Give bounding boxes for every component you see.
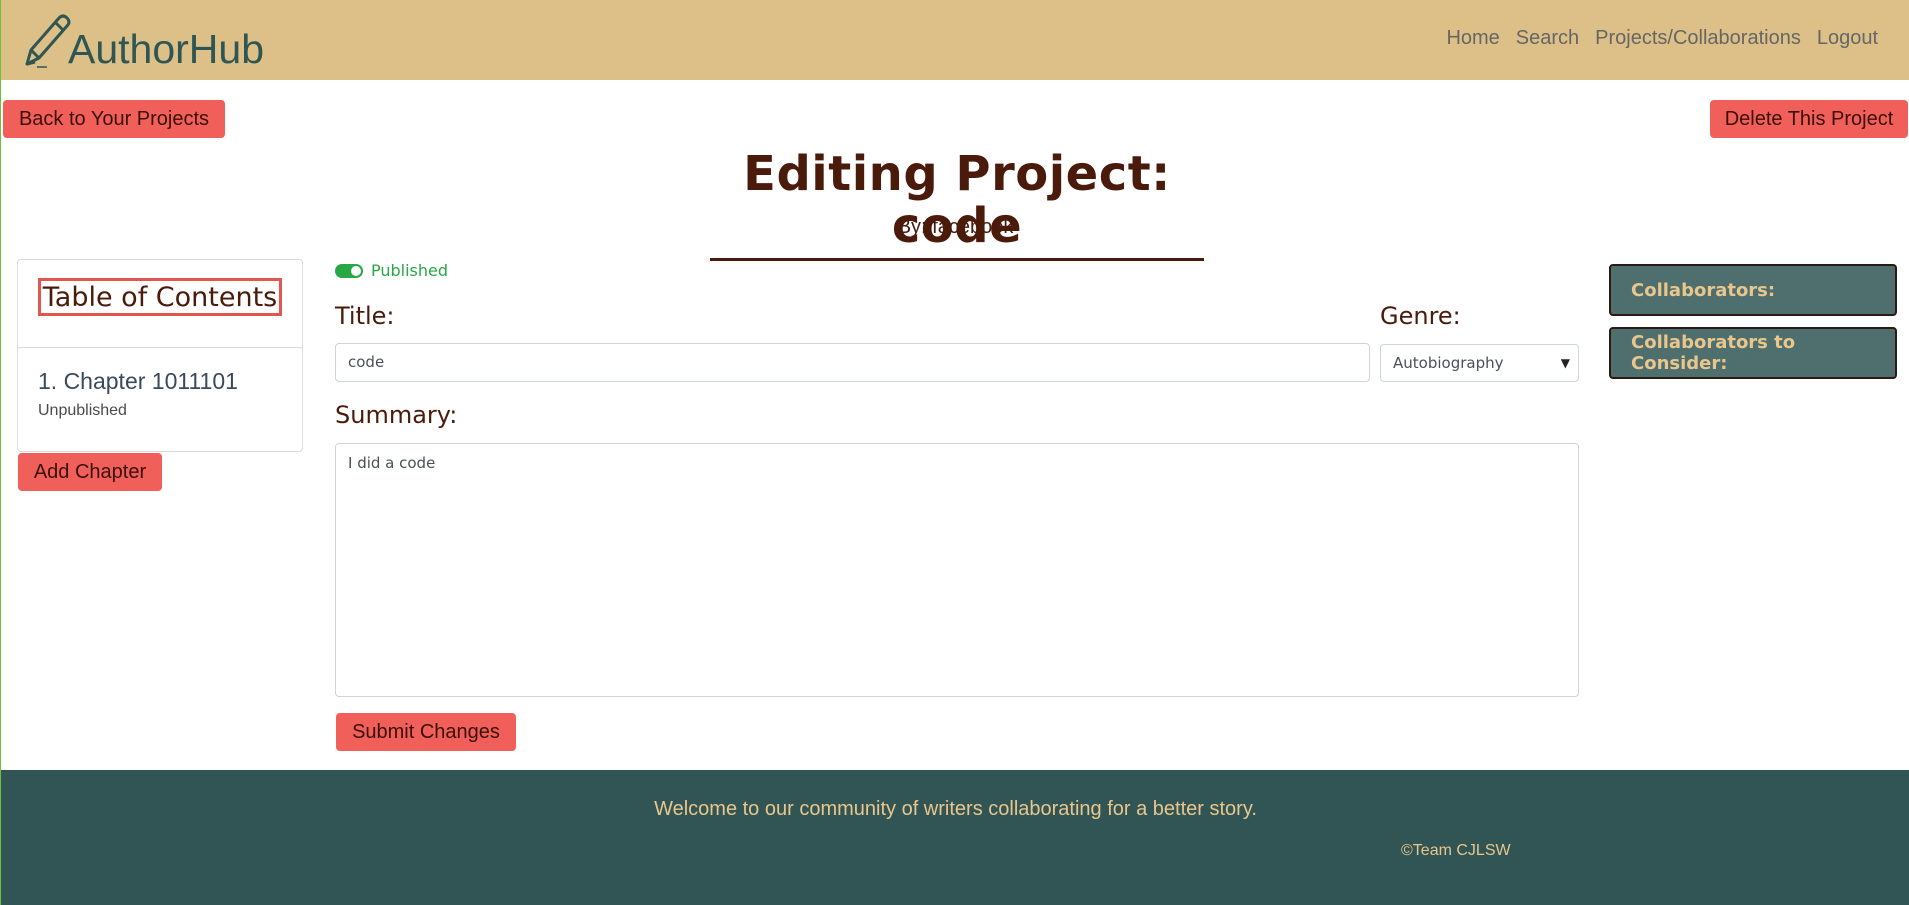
genre-select[interactable]: Autobiography ▼ (1380, 344, 1579, 382)
page-title: Editing Project: code (710, 148, 1204, 261)
genre-label: Genre: (1380, 302, 1461, 330)
toc-header: Table of Contents (18, 260, 302, 348)
title-field-value: code (348, 353, 385, 371)
nav-projects[interactable]: Projects/Collaborations (1595, 27, 1801, 50)
top-navbar: AuthorHub Home Search Projects/Collabora… (1, 0, 1909, 80)
brand-logo[interactable]: AuthorHub (21, 14, 264, 74)
delete-project-button[interactable]: Delete This Project (1710, 100, 1908, 138)
project-byline: By: facebook (897, 216, 1014, 238)
main-nav: Home Search Projects/Collaborations Logo… (1446, 27, 1878, 50)
title-field[interactable]: code (335, 343, 1370, 382)
collaborators-panel[interactable]: Collaborators: (1609, 264, 1897, 316)
footer: Welcome to our community of writers coll… (1, 770, 1909, 905)
table-of-contents-card: Table of Contents 1. Chapter 1011101 Unp… (17, 259, 303, 452)
footer-message: Welcome to our community of writers coll… (654, 798, 1257, 820)
add-chapter-button[interactable]: Add Chapter (18, 453, 162, 491)
footer-copyright: ©Team CJLSW (1401, 842, 1511, 859)
nav-logout[interactable]: Logout (1817, 27, 1878, 50)
back-to-projects-button[interactable]: Back to Your Projects (3, 100, 225, 138)
genre-select-value: Autobiography (1393, 354, 1504, 372)
submit-changes-button[interactable]: Submit Changes (336, 713, 516, 751)
chapter-status: Unpublished (38, 402, 127, 419)
summary-label: Summary: (335, 401, 458, 429)
nav-search[interactable]: Search (1516, 27, 1579, 50)
title-label: Title: (335, 302, 395, 330)
nav-home[interactable]: Home (1446, 27, 1499, 50)
summary-textarea-value: I did a code (348, 454, 436, 472)
published-label: Published (371, 261, 449, 280)
published-toggle[interactable] (335, 264, 363, 278)
pencil-icon (21, 12, 71, 74)
collaborators-to-consider-panel[interactable]: Collaborators to Consider: (1609, 327, 1897, 379)
chevron-down-icon: ▼ (1560, 356, 1570, 370)
brand-name: AuthorHub (68, 26, 265, 72)
summary-textarea[interactable]: I did a code (335, 443, 1579, 697)
toc-title: Table of Contents (38, 278, 282, 316)
chapter-link[interactable]: 1. Chapter 1011101 (38, 368, 238, 395)
